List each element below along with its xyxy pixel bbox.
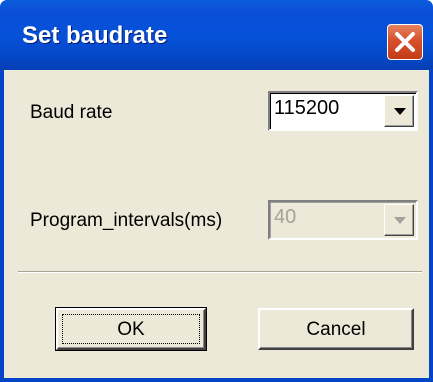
- title-bar[interactable]: Set baudrate: [0, 0, 433, 70]
- close-button[interactable]: [387, 24, 423, 60]
- baud-rate-select[interactable]: 115200: [268, 91, 418, 131]
- dialog-body: Baud rate 115200 Program_intervals(ms) 4…: [0, 70, 433, 382]
- program-intervals-label: Program_intervals(ms): [30, 210, 223, 231]
- program-intervals-value: 40: [274, 206, 297, 228]
- cancel-button-label: Cancel: [306, 319, 366, 340]
- program-intervals-dropdown-button[interactable]: [384, 204, 414, 236]
- divider: [18, 271, 422, 273]
- close-icon: [395, 32, 415, 52]
- chevron-down-icon: [394, 217, 406, 224]
- set-baudrate-dialog: Set baudrate Baud rate 115200 Program_in…: [0, 0, 433, 382]
- dialog-title: Set baudrate: [22, 22, 168, 49]
- baud-rate-dropdown-button[interactable]: [384, 95, 414, 127]
- cancel-button[interactable]: Cancel: [258, 308, 414, 350]
- program-intervals-select[interactable]: 40: [268, 200, 418, 240]
- baud-rate-value: 115200: [274, 97, 340, 119]
- ok-button-label: OK: [117, 319, 145, 340]
- ok-button[interactable]: OK: [55, 307, 207, 351]
- chevron-down-icon: [394, 108, 406, 115]
- baud-rate-label: Baud rate: [30, 102, 113, 123]
